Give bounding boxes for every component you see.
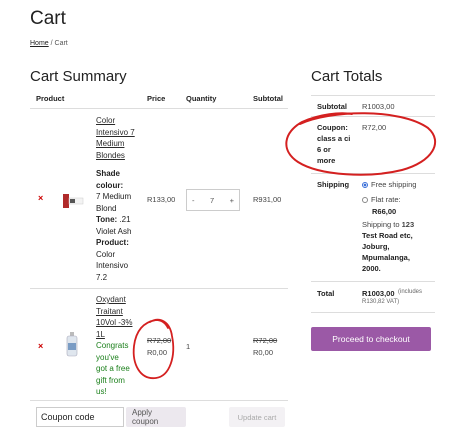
annotation-circle-coupon bbox=[285, 112, 437, 176]
annotation-overlay bbox=[132, 112, 437, 379]
annotation-circle-price bbox=[132, 318, 175, 379]
